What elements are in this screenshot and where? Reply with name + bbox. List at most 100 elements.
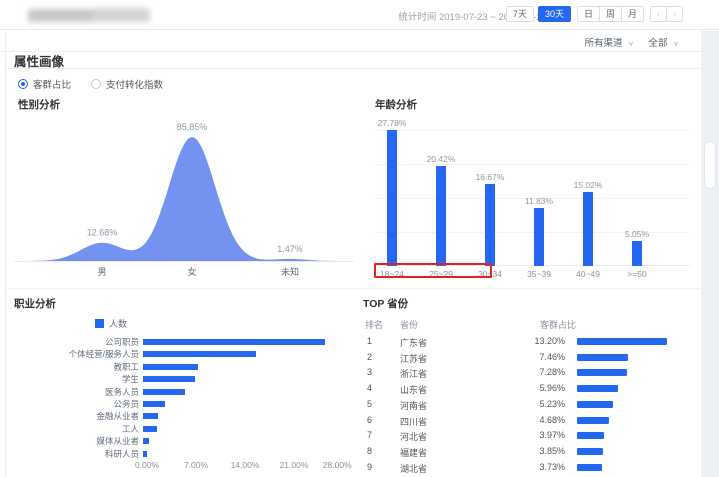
age-bar (534, 208, 544, 266)
gender-analysis-panel: 性别分析 12.68%男85.85%女1.47%未知 (14, 97, 354, 282)
radio-payment-conversion[interactable]: 支付转化指数 (91, 77, 163, 91)
table-row: 7 河北省 3.97% (360, 430, 705, 444)
age-value-label: 15.02% (574, 180, 603, 190)
radio-customer-share[interactable]: 客群占比 (18, 77, 71, 91)
province-share-value: 3.85% (510, 446, 565, 456)
province-share-value: 5.96% (510, 383, 565, 393)
age-category-label: 40~49 (576, 269, 600, 279)
province-name: 福建省 (400, 446, 427, 459)
occupation-bar (143, 376, 195, 382)
occupation-label: 金融从业者 (5, 410, 143, 422)
redacted-app-title (28, 7, 150, 24)
column-header-rank: 排名 (365, 318, 383, 331)
occupation-bar (143, 339, 325, 345)
occupation-row: 工人 (5, 423, 157, 435)
gender-category-label: 未知 (281, 266, 299, 277)
occupation-row: 媒体从业者 (5, 435, 149, 447)
chevron-down-icon: ∨ (673, 40, 679, 47)
granularity-week-button[interactable]: 周 (599, 6, 622, 22)
top-header-bar: 统计时间 2019-07-23 ~ 2019-08-21 7天 30天 日 周 … (0, 0, 719, 30)
table-row: 6四川省4.68% (360, 415, 705, 429)
table-row: 8 福建省 3.85% (360, 446, 705, 460)
gender-density-area (14, 137, 354, 261)
occupation-bar (143, 389, 185, 395)
province-share-bar (577, 401, 613, 408)
next-period-icon[interactable]: › (666, 6, 683, 22)
gender-category-label: 女 (187, 266, 196, 277)
province-share-bar (577, 369, 627, 376)
province-share-bar (577, 338, 667, 345)
column-header-province: 省份 (400, 318, 418, 331)
occupation-row: 个体经营/服务人员 (5, 348, 256, 360)
age-category-label: 35~39 (527, 269, 551, 279)
occupation-label: 医务人员 (5, 386, 143, 398)
province-name: 浙江省 (400, 367, 427, 380)
occupation-bar (143, 438, 149, 444)
metric-radio-group: 客群占比 支付转化指数 (18, 77, 183, 91)
occupation-row: 教职工 (5, 361, 198, 373)
range-7day-button[interactable]: 7天 (506, 6, 534, 22)
filter-bar: 所有渠道 ∨ 全部 ∨ (0, 31, 719, 52)
province-rank: 1 (367, 336, 372, 346)
province-name: 四川省 (400, 415, 427, 428)
province-share-value: 5.23% (510, 399, 565, 409)
province-share-bar (577, 417, 609, 424)
scope-dropdown-label: 全部 (648, 38, 667, 49)
granularity-day-button[interactable]: 日 (577, 6, 600, 22)
occupation-label: 学生 (5, 373, 143, 385)
age-bar (387, 130, 397, 266)
province-name: 河北省 (400, 430, 427, 443)
date-nav-arrows: ‹ › (650, 6, 683, 22)
province-share-bar (577, 432, 604, 439)
top-provinces-panel: TOP 省份 排名 省份 客群占比 1广东省13.20%2江苏省7.46%3浙江… (360, 290, 705, 477)
province-rank: 8 (367, 446, 372, 456)
occupation-bar (143, 413, 158, 419)
age-value-label: 11.83% (525, 196, 553, 206)
table-row: 9湖北省3.73% (360, 462, 705, 476)
age-bar (436, 166, 446, 266)
age-bar (485, 184, 495, 266)
channel-dropdown-label: 所有渠道 (584, 38, 622, 49)
range-30day-button[interactable]: 30天 (538, 6, 571, 22)
age-bar (632, 241, 642, 266)
province-name: 广东省 (400, 336, 427, 349)
occupation-row: 学生 (5, 373, 195, 385)
gender-chart-title: 性别分析 (18, 97, 60, 112)
channel-dropdown[interactable]: 所有渠道 ∨ (584, 35, 634, 49)
chart-gridline (375, 130, 690, 131)
occupation-row: 金融从业者 (5, 410, 158, 422)
occupation-row: 公司职员 (5, 336, 325, 348)
highlight-annotation-box (374, 263, 492, 278)
province-name: 河南省 (400, 399, 427, 412)
table-row: 4山东省5.96% (360, 383, 705, 397)
divider (6, 288, 700, 289)
province-share-value: 4.68% (510, 415, 565, 425)
scope-dropdown[interactable]: 全部 ∨ (648, 35, 679, 49)
table-row: 5河南省5.23% (360, 399, 705, 413)
province-name: 湖北省 (400, 462, 427, 475)
column-header-share: 客群占比 (540, 318, 576, 331)
province-rank: 4 (367, 383, 372, 393)
scrollbar-thumb[interactable] (704, 141, 716, 189)
radio-selected-icon (18, 79, 28, 89)
occupation-axis-tick: 0.00% (135, 460, 159, 470)
legend-label: 人数 (109, 317, 127, 330)
gender-value-label: 12.68% (87, 228, 118, 238)
radio-unselected-icon (91, 79, 101, 89)
occupation-label: 个体经营/服务人员 (5, 348, 143, 360)
occupation-bar (143, 364, 198, 370)
granularity-month-button[interactable]: 月 (621, 6, 644, 22)
prev-period-icon[interactable]: ‹ (650, 6, 667, 22)
province-rank: 2 (367, 352, 372, 362)
legend-swatch-icon (95, 319, 104, 328)
radio-label: 支付转化指数 (106, 77, 163, 91)
scrollbar-track[interactable] (701, 31, 719, 477)
province-rank: 7 (367, 430, 372, 440)
occupation-axis-tick: 14.00% (231, 460, 260, 470)
table-row: 1 广东省 13.20% (360, 336, 705, 350)
table-row: 3浙江省7.28% (360, 367, 705, 381)
age-value-label: 27.78% (378, 118, 407, 128)
province-share-value: 3.97% (510, 430, 565, 440)
province-share-value: 13.20% (510, 336, 565, 346)
age-value-label: 5.05% (625, 229, 649, 239)
